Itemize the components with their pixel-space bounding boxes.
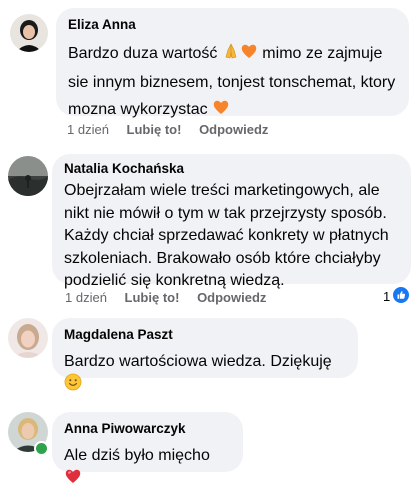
smiling-face-icon (64, 373, 82, 398)
comment-author[interactable]: Eliza Anna (68, 16, 397, 34)
online-status-indicator (34, 441, 49, 456)
comment-text: Bardzo duza wartość mimo ze zajmuje sie … (68, 40, 397, 125)
comment-bubble: Natalia Kochańska Obejrzałam wiele treśc… (52, 154, 411, 289)
comment-author[interactable]: Anna Piwowarczyk (64, 420, 231, 438)
like-button[interactable]: Lubię to! (127, 122, 182, 138)
folded-hands-icon (222, 42, 240, 69)
reaction-summary[interactable]: 1 (383, 287, 410, 306)
comment-author[interactable]: Magdalena Paszt (64, 326, 346, 344)
comment-bubble: Magdalena Paszt Bardzo wartościowa wiedz… (52, 318, 358, 391)
avatar[interactable] (8, 318, 48, 358)
like-reaction-icon (393, 287, 410, 306)
reply-button[interactable]: Odpowiedz (197, 290, 266, 306)
comment-text: Bardzo wartościowa wiedza. Dziękuję (64, 350, 346, 398)
like-button[interactable]: Lubię to! (125, 290, 180, 306)
comment-actions: 1 dzień Lubię to! Odpowiedz (67, 122, 282, 138)
comment-text: Obejrzałam wiele treści marketingowych, … (64, 182, 389, 289)
comment-text-part: Bardzo wartościowa wiedza. Dziękuję (64, 353, 332, 370)
reaction-count: 1 (383, 289, 391, 304)
comment-text: Ale dziś było mięcho (64, 444, 231, 492)
comment-actions: 1 dzień Lubię to! Odpowiedz (65, 290, 280, 306)
orange-heart-icon (240, 42, 258, 69)
avatar[interactable] (8, 156, 48, 196)
comment-bubble: Anna Piwowarczyk Ale dziś było mięcho (52, 412, 243, 483)
avatar[interactable] (10, 14, 48, 52)
comment-time[interactable]: 1 dzień (67, 122, 109, 138)
orange-heart-icon (212, 98, 230, 125)
reply-button[interactable]: Odpowiedz (199, 122, 268, 138)
comment-author[interactable]: Natalia Kochańska (64, 160, 399, 178)
comment-text-part: Bardzo duza wartość (68, 45, 222, 62)
comment-bubble: Eliza Anna Bardzo duza wartość mimo ze z… (56, 8, 409, 118)
comment-text-part: Ale dziś było mięcho (64, 447, 210, 464)
comment-time[interactable]: 1 dzień (65, 290, 107, 306)
